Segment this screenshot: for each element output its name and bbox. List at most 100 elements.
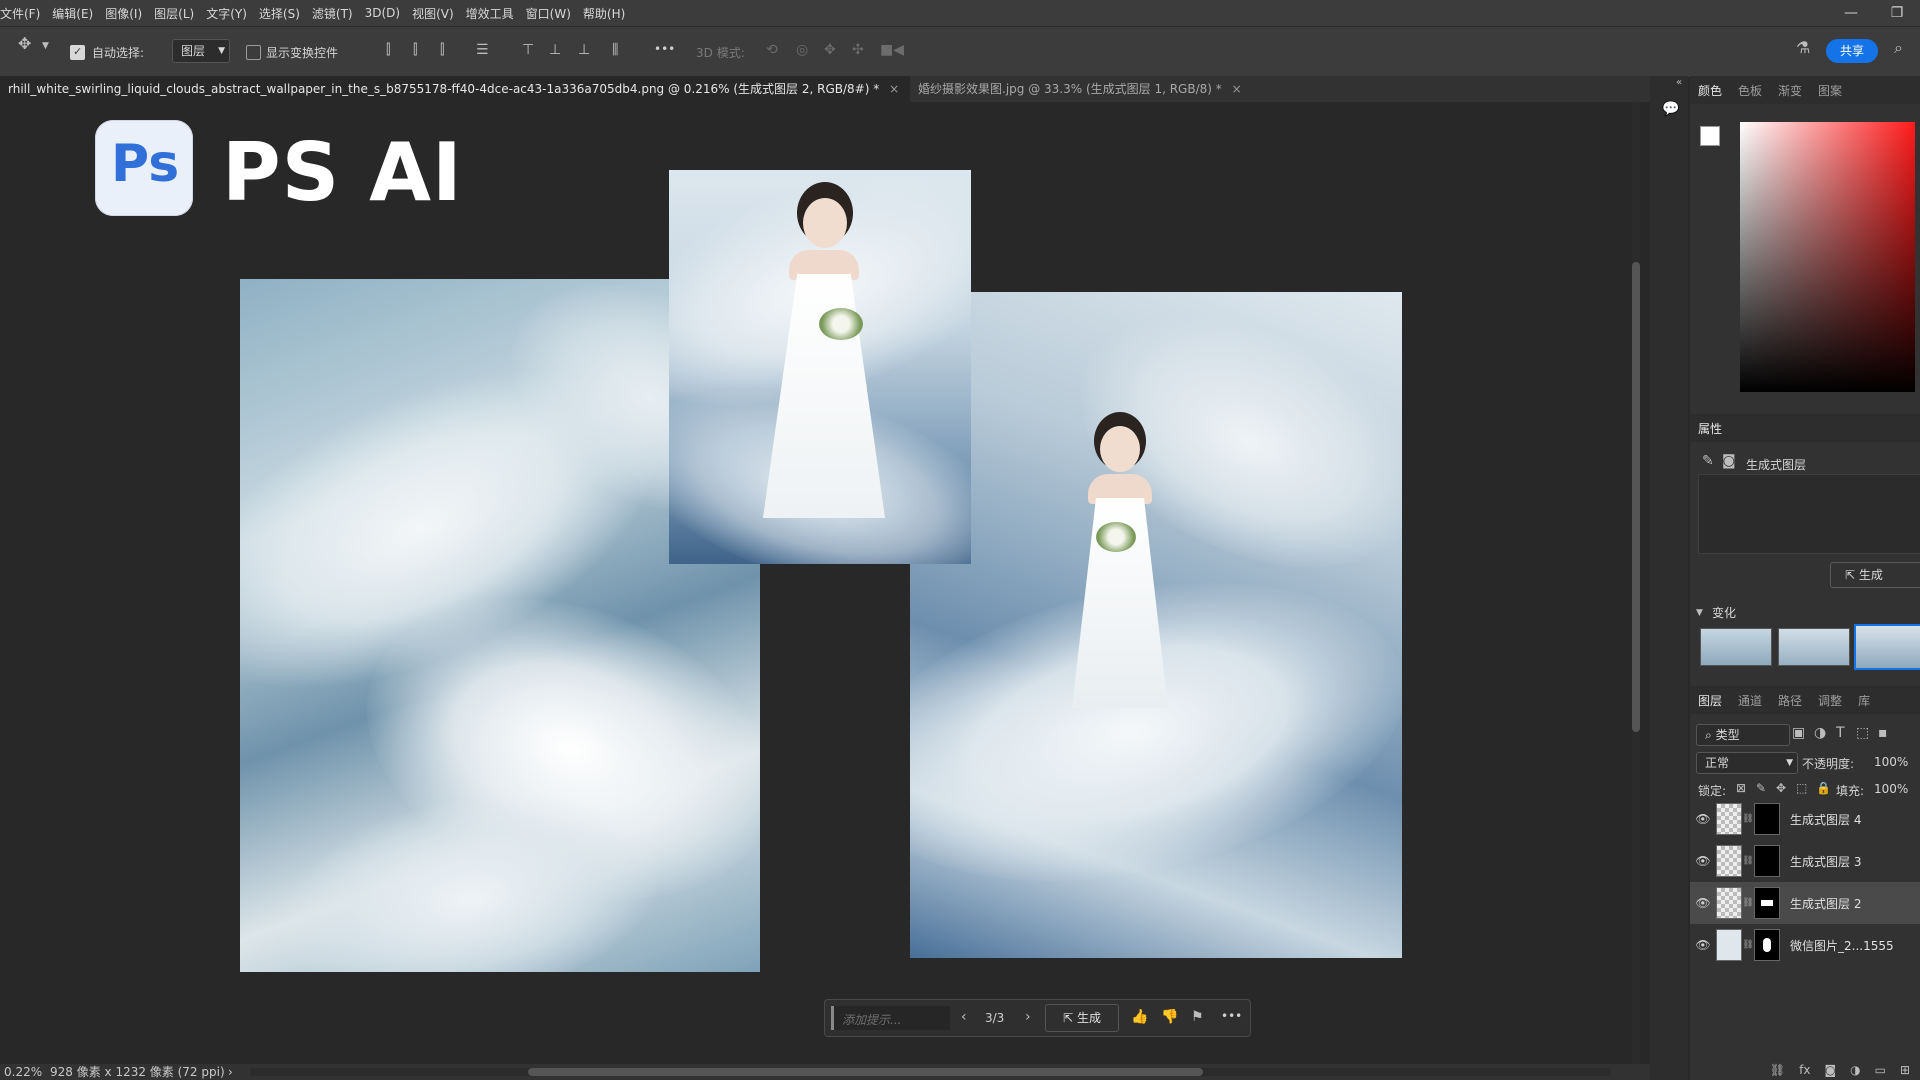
menu-file[interactable]: 文件(F) [0, 5, 46, 22]
scrollbar-thumb[interactable] [1632, 262, 1640, 732]
horizontal-scrollbar[interactable] [250, 1068, 1610, 1076]
lock-brush-icon[interactable]: ✎ [1756, 781, 1766, 795]
lock-position-icon[interactable]: ✥ [1776, 781, 1786, 795]
distribute-icon[interactable]: ☰ [476, 43, 489, 57]
close-icon[interactable]: × [889, 82, 899, 96]
auto-select-checkbox[interactable] [70, 45, 85, 60]
comments-icon[interactable]: 💬 [1662, 102, 1679, 116]
align-center-icon[interactable]: ⫿ [413, 43, 417, 57]
lock-all-icon[interactable]: 🔒 [1816, 781, 1831, 795]
flask-icon[interactable]: ⚗ [1796, 40, 1810, 56]
new-group-icon[interactable]: ▭ [1875, 1063, 1886, 1077]
filter-pixel-icon[interactable]: ▣ [1792, 726, 1805, 740]
align-bottom-icon[interactable]: ⊥ [578, 43, 590, 57]
properties-generate-button[interactable]: ⇱ 生成 [1830, 562, 1920, 588]
scrollbar-thumb[interactable] [528, 1068, 1203, 1076]
zoom-level[interactable]: 0.22% [4, 1064, 42, 1080]
menu-image[interactable]: 图像(I) [99, 5, 148, 22]
show-transform-checkbox[interactable] [246, 45, 261, 60]
menu-plugins[interactable]: 增效工具 [460, 5, 520, 22]
vertical-scrollbar[interactable] [1632, 102, 1640, 1064]
prompt-textarea[interactable] [1698, 474, 1920, 554]
document-canvas[interactable]: Ps PS AI [0, 102, 1640, 1064]
document-tab-active[interactable]: rhill_white_swirling_liquid_clouds_abstr… [0, 76, 910, 102]
fx-icon[interactable]: fx [1799, 1063, 1810, 1077]
search-icon[interactable]: ⌕ [1894, 40, 1903, 56]
lock-transparent-icon[interactable]: ⊠ [1736, 781, 1746, 795]
prompt-input[interactable]: 添加提示... [831, 1006, 950, 1030]
add-mask-icon[interactable]: ◙ [1824, 1063, 1836, 1077]
previous-variation-icon[interactable]: ‹ [961, 1010, 967, 1024]
visibility-eye-icon[interactable]: 👁 [1690, 896, 1716, 910]
bride-image-right[interactable] [910, 292, 1402, 958]
next-variation-icon[interactable]: › [1025, 1010, 1031, 1024]
menu-type[interactable]: 文字(Y) [200, 5, 253, 22]
minimize-icon[interactable]: — [1828, 5, 1874, 21]
layer-mask-thumbnail[interactable] [1754, 929, 1780, 961]
link-layers-icon[interactable]: ⛓ [1770, 1063, 1785, 1077]
menu-view[interactable]: 视图(V) [406, 5, 460, 22]
variation-thumbnail[interactable] [1700, 628, 1772, 666]
chevron-right-icon[interactable]: › [228, 1064, 233, 1080]
thumbs-up-icon[interactable]: 👍 [1131, 1010, 1148, 1024]
adjustment-layer-icon[interactable]: ◑ [1850, 1063, 1860, 1077]
new-layer-icon[interactable]: ⊞ [1900, 1063, 1910, 1077]
menu-help[interactable]: 帮助(H) [577, 5, 631, 22]
more-options-button[interactable]: ••• [1221, 1009, 1242, 1023]
layer-row[interactable]: 👁 ⛓ 微信图片_2...1555 [1690, 924, 1920, 966]
restore-icon[interactable]: ❐ [1874, 5, 1920, 21]
tab-patterns[interactable]: 图案 [1810, 82, 1850, 99]
chevron-down-icon[interactable]: ▼ [42, 39, 49, 53]
align-left-icon[interactable]: ⫿ [386, 43, 390, 57]
filter-smart-icon[interactable]: ▪ [1878, 726, 1888, 740]
chevron-down-icon[interactable]: ▼ [1696, 606, 1703, 620]
align-top-icon[interactable]: ⊤ [522, 43, 534, 57]
menu-layer[interactable]: 图层(L) [148, 5, 200, 22]
thumbs-down-icon[interactable]: 👎 [1161, 1010, 1178, 1024]
layer-mask-thumbnail[interactable] [1754, 887, 1780, 919]
menu-edit[interactable]: 编辑(E) [46, 5, 99, 22]
menu-select[interactable]: 选择(S) [253, 5, 306, 22]
bride-image-middle[interactable] [669, 170, 971, 564]
menu-filter[interactable]: 滤镜(T) [306, 5, 359, 22]
flag-icon[interactable]: ⚑ [1191, 1010, 1204, 1024]
layer-mask-thumbnail[interactable] [1754, 803, 1780, 835]
layer-row[interactable]: 👁 ⛓ 生成式图层 3 [1690, 840, 1920, 882]
fill-value[interactable]: 100% [1874, 782, 1908, 796]
align-middle-icon[interactable]: ⊥ [549, 43, 561, 57]
tab-paths[interactable]: 路径 [1770, 692, 1810, 709]
foreground-color-swatch[interactable] [1700, 126, 1720, 146]
close-icon[interactable]: × [1232, 82, 1242, 96]
layer-mask-thumbnail[interactable] [1754, 845, 1780, 877]
color-picker-field[interactable] [1740, 122, 1915, 392]
move-tool-icon[interactable]: ✥ [18, 36, 31, 52]
variation-thumbnail[interactable] [1778, 628, 1850, 666]
tab-channels[interactable]: 通道 [1730, 692, 1770, 709]
tab-gradients[interactable]: 渐变 [1770, 82, 1810, 99]
tab-layers[interactable]: 图层 [1690, 692, 1730, 709]
tab-libraries[interactable]: 库 [1850, 692, 1878, 709]
share-button[interactable]: 共享 [1826, 39, 1879, 63]
collapse-panels-icon[interactable]: « [1676, 76, 1682, 90]
menu-3d[interactable]: 3D(D) [359, 6, 406, 20]
align-right-icon[interactable]: ⫿ [440, 43, 444, 57]
filter-shape-icon[interactable]: ⬚ [1856, 726, 1869, 740]
generate-button[interactable]: ⇱ 生成 [1045, 1004, 1119, 1032]
tab-adjustments[interactable]: 调整 [1810, 692, 1850, 709]
distribute-vertical-icon[interactable]: ⫼ [612, 43, 618, 57]
variation-thumbnail-selected[interactable] [1854, 624, 1920, 670]
filter-adjustment-icon[interactable]: ◑ [1814, 726, 1826, 740]
filter-type-icon[interactable]: T [1836, 726, 1845, 740]
tab-swatches[interactable]: 色板 [1730, 82, 1770, 99]
layer-select-dropdown[interactable]: 图层 ▼ [172, 39, 230, 63]
visibility-eye-icon[interactable]: 👁 [1690, 812, 1716, 826]
layer-row-selected[interactable]: 👁 ⛓ 生成式图层 2 [1690, 882, 1920, 924]
lock-artboard-icon[interactable]: ⬚ [1796, 781, 1807, 795]
opacity-value[interactable]: 100% [1874, 755, 1908, 769]
visibility-eye-icon[interactable]: 👁 [1690, 854, 1716, 868]
menu-window[interactable]: 窗口(W) [520, 5, 577, 22]
more-options-button[interactable]: ••• [654, 42, 675, 56]
blend-mode-dropdown[interactable]: 正常 ▼ [1696, 752, 1798, 774]
visibility-eye-icon[interactable]: 👁 [1690, 938, 1716, 952]
document-tab[interactable]: 婚纱摄影效果图.jpg @ 33.3% (生成式图层 1, RGB/8) * × [910, 76, 1286, 102]
